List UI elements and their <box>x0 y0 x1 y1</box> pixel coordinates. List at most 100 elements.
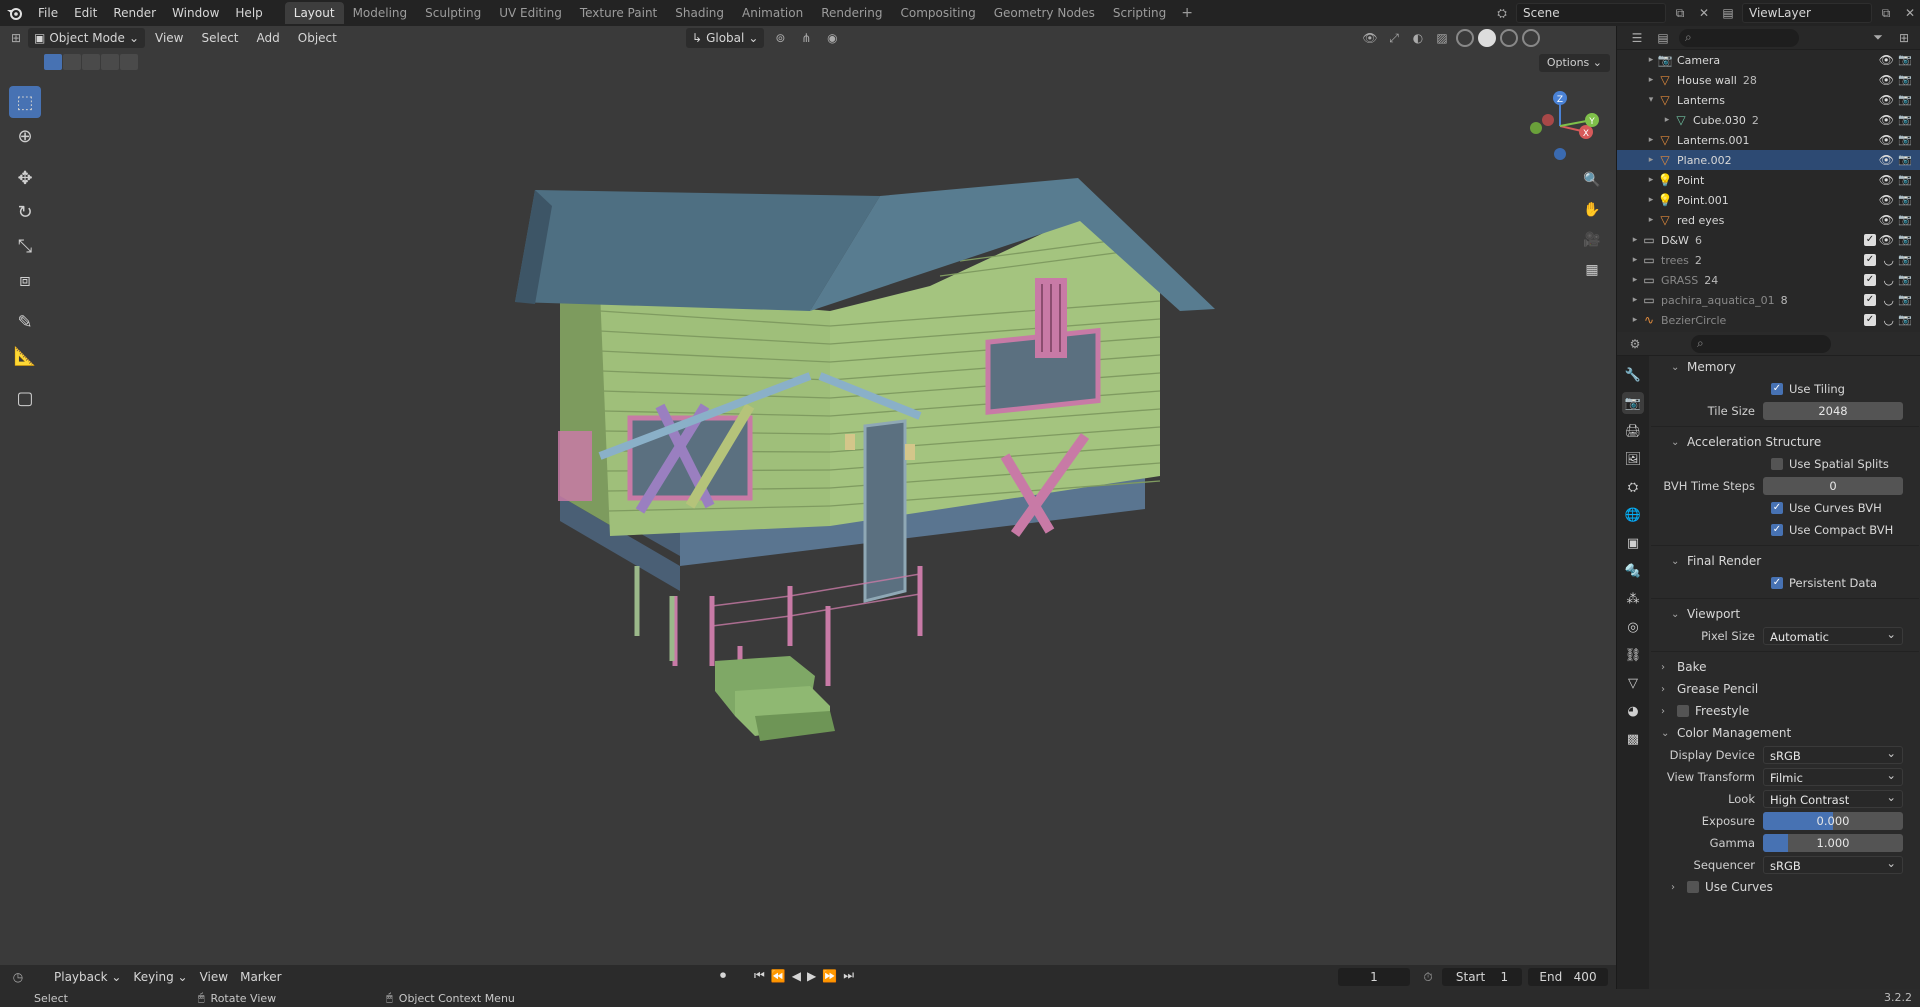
gamma-slider[interactable]: 1.000 <box>1763 834 1903 852</box>
eye-icon[interactable]: ◡ <box>1884 313 1894 327</box>
xray-icon[interactable]: ▨ <box>1432 28 1452 48</box>
chevron-right-icon[interactable]: ▸ <box>1629 255 1641 265</box>
material-tab-icon[interactable]: ◕ <box>1622 700 1644 722</box>
menu-playback[interactable]: Playback ⌄ <box>48 970 127 984</box>
menu-add[interactable]: Add <box>249 31 288 45</box>
close-scene-icon[interactable]: ✕ <box>1694 3 1714 23</box>
chevron-right-icon[interactable]: ▸ <box>1629 315 1641 325</box>
filter-icon[interactable]: ⏷ <box>1868 28 1888 48</box>
tab-shading[interactable]: Shading <box>666 2 733 24</box>
render-camera-icon[interactable]: 📷 <box>1898 293 1912 306</box>
menu-select[interactable]: Select <box>193 31 246 45</box>
curves-bvh-checkbox[interactable]: ✓ <box>1771 502 1783 514</box>
outliner-row[interactable]: ▸ ▭ pachira_aquatica_01 8 ✓ ◡ 📷 <box>1617 290 1920 310</box>
display-mode-icon[interactable]: ▤ <box>1653 28 1673 48</box>
freestyle-checkbox[interactable] <box>1677 705 1689 717</box>
jump-start-icon[interactable]: ⏮ <box>754 968 765 983</box>
current-frame-field[interactable]: 1 <box>1338 968 1410 986</box>
record-icon[interactable]: ⏺ <box>720 968 726 983</box>
menu-marker[interactable]: Marker <box>234 970 287 984</box>
viewport-panel-header[interactable]: ⌄ Viewport <box>1651 603 1919 625</box>
eye-icon[interactable]: 👁 <box>1879 73 1894 87</box>
render-camera-icon[interactable]: 📷 <box>1898 193 1912 206</box>
chevron-right-icon[interactable]: ▸ <box>1629 235 1641 245</box>
spatial-splits-checkbox[interactable] <box>1771 458 1783 470</box>
acceleration-panel-header[interactable]: ⌄ Acceleration Structure <box>1651 431 1919 453</box>
chevron-right-icon[interactable]: ▸ <box>1645 75 1657 85</box>
use-curves-checkbox[interactable] <box>1687 881 1699 893</box>
blender-logo-icon[interactable] <box>0 0 30 26</box>
use-curves-panel-header[interactable]: › Use Curves <box>1651 876 1919 898</box>
view-transform-dropdown[interactable]: Filmic <box>1763 766 1903 786</box>
menu-view[interactable]: View <box>147 31 191 45</box>
rendered-shading-icon[interactable] <box>1522 29 1540 47</box>
select-intersect-icon[interactable] <box>120 54 138 70</box>
transform-tool-icon[interactable]: ⧈ <box>9 264 41 296</box>
object-tab-icon[interactable]: ▣ <box>1622 532 1644 554</box>
eye-icon[interactable]: 👁 <box>1879 173 1894 187</box>
scale-tool-icon[interactable]: ⤡ <box>9 230 41 262</box>
properties-editor-icon[interactable]: ⚙ <box>1625 334 1645 354</box>
mode-selector[interactable]: ▣ Object Mode ⌄ <box>28 28 145 48</box>
3d-viewport[interactable]: ⊞ ▣ Object Mode ⌄ View Select Add Object ↳… <box>0 26 1616 971</box>
outliner-search-input[interactable]: ⌕ <box>1679 28 1799 47</box>
options-button[interactable]: Options ⌄ <box>1538 54 1610 72</box>
tab-layout[interactable]: Layout <box>284 2 344 24</box>
render-camera-icon[interactable]: 📷 <box>1898 53 1912 66</box>
display-device-dropdown[interactable]: sRGB <box>1763 744 1903 764</box>
outliner-row[interactable]: ▸ 📷 Camera 👁 📷 <box>1617 50 1920 70</box>
select-box-tool-icon[interactable]: ⬚ <box>9 86 41 118</box>
material-shading-icon[interactable] <box>1500 29 1518 47</box>
menu-render[interactable]: Render <box>105 0 164 26</box>
play-reverse-icon[interactable]: ◀ <box>792 969 801 983</box>
tab-geometry-nodes[interactable]: Geometry Nodes <box>985 2 1104 24</box>
render-camera-icon[interactable]: 📷 <box>1898 313 1912 326</box>
exclude-checkbox[interactable]: ✓ <box>1864 254 1876 266</box>
eye-icon[interactable]: 👁 <box>1879 193 1894 207</box>
exposure-slider[interactable]: 0.000 <box>1763 812 1903 830</box>
render-camera-icon[interactable]: 📷 <box>1898 273 1912 286</box>
final-render-panel-header[interactable]: ⌄ Final Render <box>1651 550 1919 572</box>
render-camera-icon[interactable]: 📷 <box>1898 73 1912 86</box>
render-camera-icon[interactable]: 📷 <box>1898 93 1912 106</box>
jump-end-icon[interactable]: ⏭ <box>843 968 854 983</box>
look-dropdown[interactable]: High Contrast <box>1763 788 1903 808</box>
outliner-row[interactable]: ▸ ▭ trees 2 ✓ ◡ 📷 <box>1617 250 1920 270</box>
sequencer-dropdown[interactable]: sRGB <box>1763 854 1903 874</box>
compact-bvh-row[interactable]: ✓ Use Compact BVH <box>1651 519 1919 541</box>
menu-window[interactable]: Window <box>164 0 227 26</box>
eye-icon[interactable]: 👁 <box>1879 53 1894 67</box>
move-tool-icon[interactable]: ✥ <box>9 162 41 194</box>
outliner-row[interactable]: ▸ ▽ Cube.030 2 👁 📷 <box>1617 110 1920 130</box>
pan-hand-icon[interactable]: ✋ <box>1580 198 1604 222</box>
menu-object[interactable]: Object <box>290 31 345 45</box>
texture-tab-icon[interactable]: ▩ <box>1622 728 1644 750</box>
grease-pencil-panel-header[interactable]: › Grease Pencil <box>1651 678 1919 700</box>
spatial-splits-row[interactable]: Use Spatial Splits <box>1651 453 1919 475</box>
outliner-row[interactable]: ▸ ∿ BezierCircle ✓ ◡ 📷 <box>1617 310 1920 330</box>
select-extend-icon[interactable] <box>63 54 81 70</box>
properties-search-input[interactable]: ⌕ <box>1691 334 1831 353</box>
memory-panel-header[interactable]: ⌄ Memory <box>1651 356 1919 378</box>
new-collection-icon[interactable]: ⊞ <box>1894 28 1914 48</box>
eye-icon[interactable]: 👁 <box>1879 133 1894 147</box>
data-tab-icon[interactable]: ▽ <box>1622 672 1644 694</box>
measure-tool-icon[interactable]: 📐 <box>9 340 41 372</box>
physics-tab-icon[interactable]: ◎ <box>1622 616 1644 638</box>
eye-icon[interactable]: 👁 <box>1879 213 1894 227</box>
outliner-row[interactable]: ▸ 💡 Point 👁 📷 <box>1617 170 1920 190</box>
clock-editor-icon[interactable]: ◷ <box>8 967 28 987</box>
tool-tab-icon[interactable]: 🔧 <box>1622 364 1644 386</box>
exclude-checkbox[interactable]: ✓ <box>1864 314 1876 326</box>
perspective-grid-icon[interactable]: ▦ <box>1580 258 1604 282</box>
chevron-right-icon[interactable]: ▸ <box>1645 195 1657 205</box>
camera-view-icon[interactable]: 🎥 <box>1580 228 1604 252</box>
chevron-right-icon[interactable]: ▸ <box>1629 275 1641 285</box>
outliner-row[interactable]: ▸ ▭ GRASS 24 ✓ ◡ 📷 <box>1617 270 1920 290</box>
scene-icon[interactable]: ⛭ <box>1492 3 1512 23</box>
view-layer-tab-icon[interactable]: 🖼 <box>1622 448 1644 470</box>
gizmo-toggle-icon[interactable]: ⤢ <box>1384 28 1404 48</box>
tab-rendering[interactable]: Rendering <box>812 2 891 24</box>
chevron-right-icon[interactable]: ▸ <box>1645 135 1657 145</box>
compact-bvh-checkbox[interactable]: ✓ <box>1771 524 1783 536</box>
